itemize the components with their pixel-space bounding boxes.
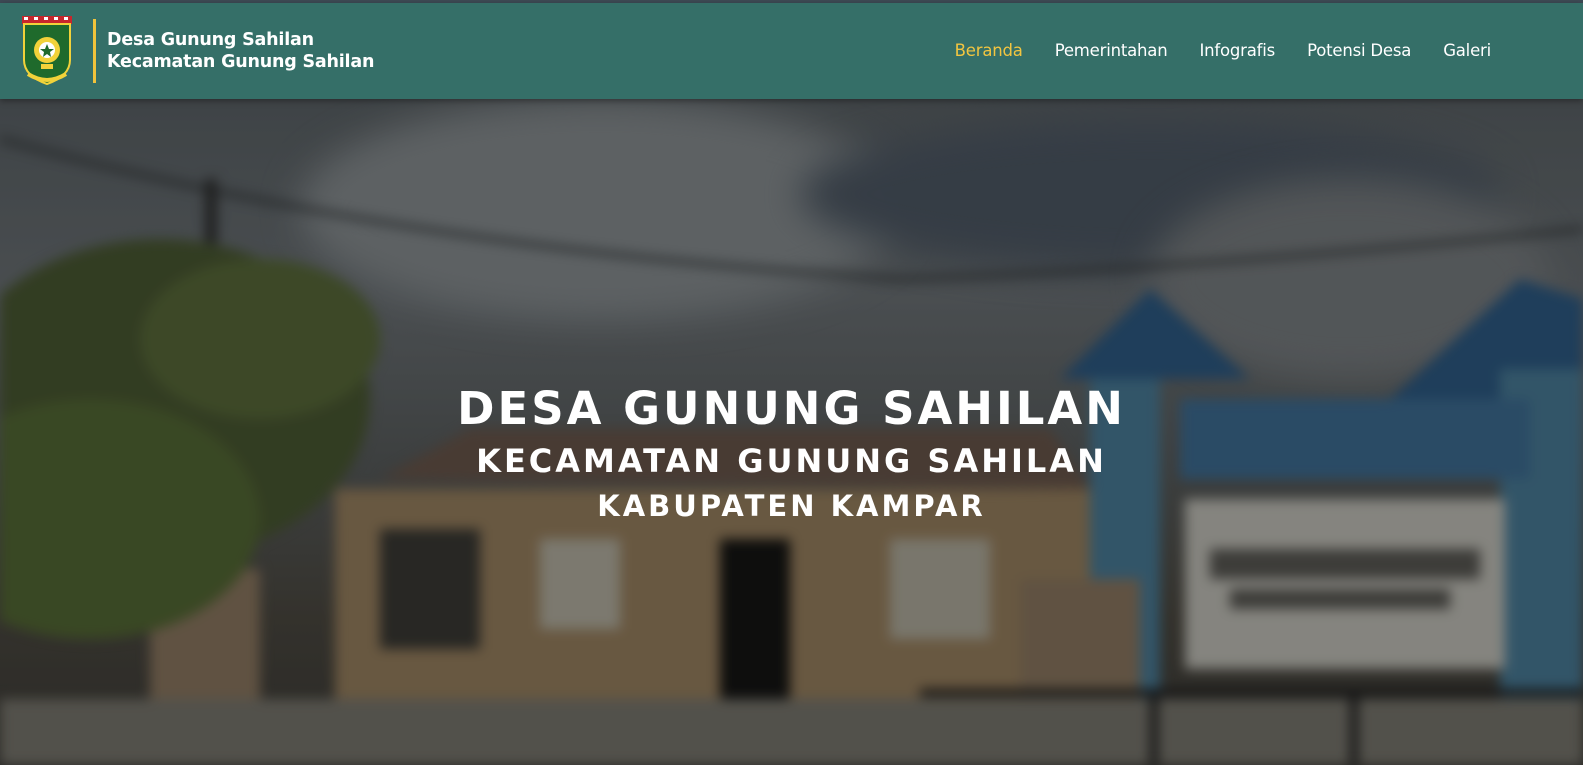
regency-emblem-icon	[20, 14, 74, 88]
navbar: Desa Gunung Sahilan Kecamatan Gunung Sah…	[0, 3, 1583, 99]
nav-potensi-desa[interactable]: Potensi Desa	[1307, 41, 1411, 60]
site-title-line1: Desa Gunung Sahilan	[107, 30, 314, 50]
site-title: Desa Gunung Sahilan Kecamatan Gunung Sah…	[107, 29, 374, 73]
hero-regency: KABUPATEN KAMPAR	[597, 489, 986, 523]
nav-infografis[interactable]: Infografis	[1199, 41, 1275, 60]
nav-pemerintahan[interactable]: Pemerintahan	[1055, 41, 1168, 60]
site-title-line2: Kecamatan Gunung Sahilan	[107, 52, 375, 72]
hero-heading: DESA GUNUNG SAHILAN KECAMATAN GUNUNG SAH…	[0, 381, 1583, 528]
nav-beranda[interactable]: Beranda	[955, 41, 1023, 60]
main-nav: Beranda Pemerintahan Infografis Potensi …	[923, 41, 1492, 60]
nav-galeri[interactable]: Galeri	[1443, 41, 1491, 60]
hero-subtitle: KECAMATAN GUNUNG SAHILAN	[476, 442, 1107, 480]
hero-title: DESA GUNUNG SAHILAN	[457, 382, 1126, 435]
brand-divider	[93, 19, 96, 83]
hero-banner: DESA GUNUNG SAHILAN KECAMATAN GUNUNG SAH…	[0, 99, 1583, 765]
brand[interactable]: Desa Gunung Sahilan Kecamatan Gunung Sah…	[20, 13, 374, 89]
